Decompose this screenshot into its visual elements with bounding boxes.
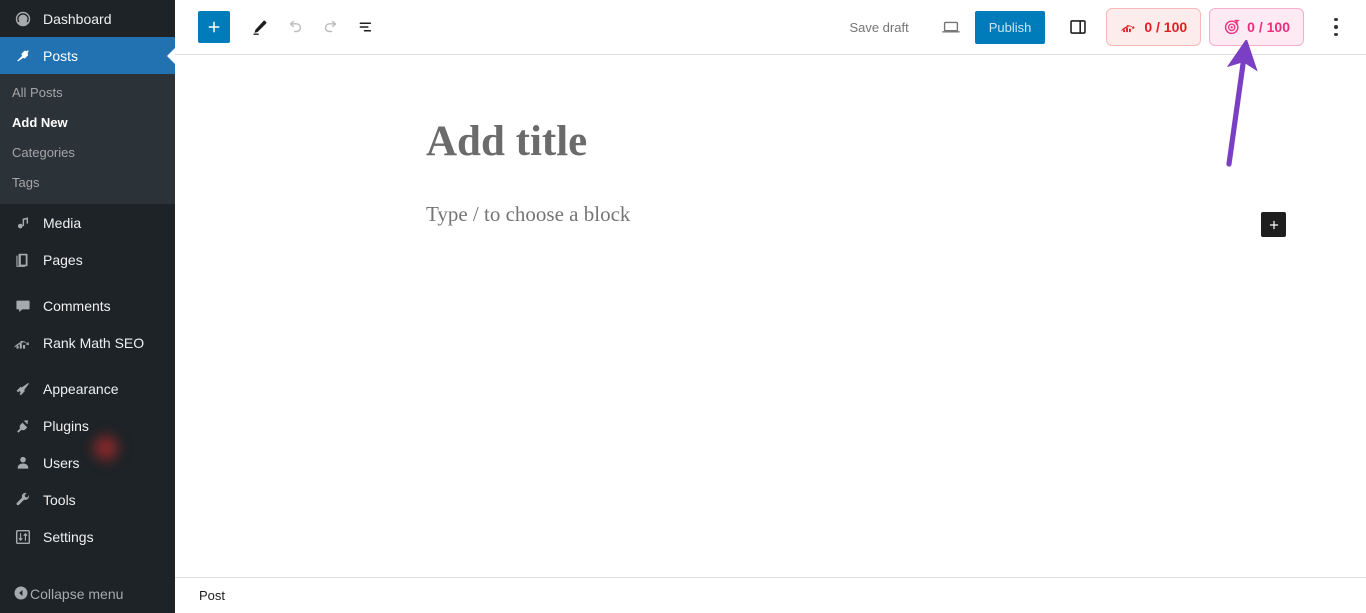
sidebar-item-tools[interactable]: Tools <box>0 481 175 518</box>
sidebar-item-appearance[interactable]: Appearance <box>0 370 175 407</box>
more-options-button[interactable] <box>1318 9 1354 45</box>
sidebar-item-posts[interactable]: Posts <box>0 37 175 74</box>
redo-button[interactable] <box>313 9 349 45</box>
sidebar-item-label: Media <box>43 214 82 231</box>
sidebar-item-label: Users <box>43 454 80 471</box>
editor-region: Save draft Publish 0 / 100 0 / 100 Add t… <box>175 0 1366 613</box>
sidebar-panel-icon <box>1070 20 1087 34</box>
default-block-input[interactable]: Type / to choose a block <box>426 202 1126 227</box>
collapse-menu-label: Collapse menu <box>30 586 124 602</box>
dashboard-icon <box>12 9 34 29</box>
sidebar-item-label: Appearance <box>43 380 119 397</box>
post-title-input[interactable]: Add title <box>426 118 1126 165</box>
publish-button[interactable]: Publish <box>974 10 1046 44</box>
content-ai-icon <box>1225 19 1240 35</box>
breadcrumb[interactable]: Post <box>199 588 225 603</box>
sidebar-item-label: Tools <box>43 491 76 508</box>
document-overview-button[interactable] <box>349 9 385 45</box>
tools-wrench-icon <box>12 490 34 510</box>
seo-score-badge[interactable]: 0 / 100 <box>1106 8 1202 46</box>
wordpress-block-editor: Dashboard Posts All Posts Add New Catego… <box>0 0 1366 613</box>
tools-pencil-button[interactable] <box>241 9 277 45</box>
pencil-icon <box>252 20 266 35</box>
header-right-tools: Save draft Publish 0 / 100 0 / 100 <box>839 8 1366 46</box>
sidebar-item-rank-math-seo[interactable]: Rank Math SEO <box>0 324 175 361</box>
document-overview-icon <box>359 22 372 32</box>
submenu-item-all-posts[interactable]: All Posts <box>0 78 175 108</box>
submenu-item-tags[interactable]: Tags <box>0 168 175 198</box>
content-ai-score-badge[interactable]: 0 / 100 <box>1209 8 1304 46</box>
plus-icon <box>208 21 220 33</box>
collapse-arrow-icon <box>12 584 30 605</box>
rank-math-icon <box>1121 25 1135 33</box>
comments-icon <box>12 296 34 316</box>
undo-icon <box>289 20 302 33</box>
add-block-button[interactable] <box>198 11 230 43</box>
editor-header: Save draft Publish 0 / 100 0 / 100 <box>175 0 1366 55</box>
redo-icon <box>324 20 337 33</box>
sidebar-item-comments[interactable]: Comments <box>0 287 175 324</box>
undo-button[interactable] <box>277 9 313 45</box>
post-content-area: Add title Type / to choose a block <box>426 118 1126 227</box>
editor-canvas: Add title Type / to choose a block <box>175 55 1366 577</box>
plus-icon <box>1269 220 1278 229</box>
sidebar-item-settings[interactable]: Settings <box>0 518 175 555</box>
sidebar-divider <box>0 278 175 287</box>
sidebar-item-plugins[interactable]: Plugins <box>0 407 175 444</box>
editor-status-bar: Post <box>175 577 1366 613</box>
submenu-item-add-new[interactable]: Add New <box>0 108 175 138</box>
sidebar-item-label: Comments <box>43 297 111 314</box>
sidebar-item-label: Posts <box>43 47 79 64</box>
sidebar-item-pages[interactable]: Pages <box>0 241 175 278</box>
sidebar-item-dashboard[interactable]: Dashboard <box>0 0 175 37</box>
preview-laptop-icon <box>941 21 960 33</box>
sidebar-item-users[interactable]: Users <box>0 444 175 481</box>
appearance-brush-icon <box>12 379 34 399</box>
preview-button[interactable] <box>933 9 969 45</box>
kebab-menu-icon <box>1334 16 1338 39</box>
sidebar-item-label: Pages <box>43 251 83 268</box>
plugins-plug-icon <box>12 416 34 436</box>
header-left-tools <box>175 9 385 45</box>
admin-sidebar: Dashboard Posts All Posts Add New Catego… <box>0 0 175 613</box>
settings-sliders-icon <box>12 527 34 547</box>
sidebar-item-label: Settings <box>43 528 94 545</box>
save-draft-button[interactable]: Save draft <box>839 14 918 41</box>
users-icon <box>12 453 34 473</box>
media-icon <box>12 213 34 233</box>
sidebar-item-label: Dashboard <box>43 10 112 27</box>
posts-submenu: All Posts Add New Categories Tags <box>0 74 175 204</box>
settings-sidebar-toggle[interactable] <box>1060 9 1096 45</box>
submenu-item-categories[interactable]: Categories <box>0 138 175 168</box>
collapse-menu-button[interactable]: Collapse menu <box>0 575 175 613</box>
rank-math-icon <box>12 333 34 353</box>
sidebar-item-label: Rank Math SEO <box>43 334 145 351</box>
seo-score-value: 0 / 100 <box>1144 19 1188 35</box>
pages-icon <box>12 250 34 270</box>
sidebar-item-label: Plugins <box>43 417 89 434</box>
block-inserter-button[interactable] <box>1261 212 1286 237</box>
sidebar-item-media[interactable]: Media <box>0 204 175 241</box>
content-ai-score-value: 0 / 100 <box>1247 19 1290 35</box>
sidebar-divider <box>0 361 175 370</box>
pin-icon <box>12 46 34 66</box>
